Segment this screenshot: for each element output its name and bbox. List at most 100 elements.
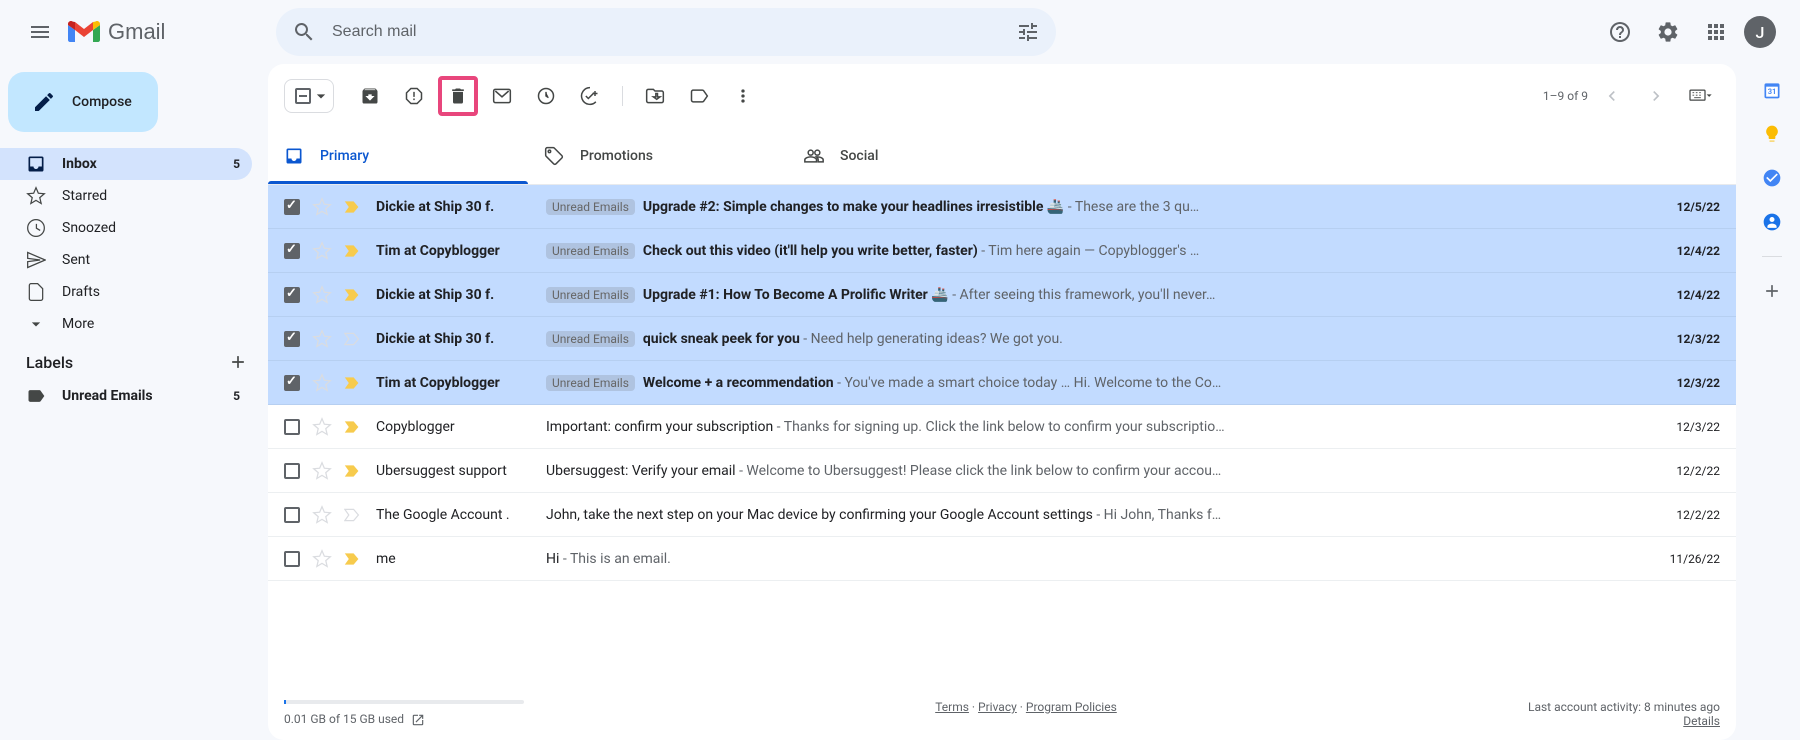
snooze-button[interactable] [526,76,566,116]
mail-icon [492,86,512,106]
row-checkbox[interactable] [284,551,300,567]
importance-marker[interactable] [344,552,364,566]
email-row[interactable]: Tim at Copyblogger Unread Emails Check o… [268,229,1736,273]
settings-button[interactable] [1648,12,1688,52]
email-date: 12/3/22 [1650,332,1720,346]
move-button[interactable] [635,76,675,116]
select-all-checkbox[interactable] [295,88,311,104]
sender: Dickie at Ship 30 f. [376,199,546,215]
email-row[interactable]: Dickie at Ship 30 f. Unread Emails Upgra… [268,185,1736,229]
nav-inbox[interactable]: Inbox 5 [0,148,252,180]
search-input[interactable] [324,23,1008,41]
importance-marker[interactable] [344,244,364,258]
select-all-control[interactable] [284,79,334,113]
sender: Ubersuggest support [376,463,546,479]
importance-marker[interactable] [344,508,364,522]
importance-marker[interactable] [344,464,364,478]
star-button[interactable] [312,373,332,393]
get-addons-button[interactable] [1762,281,1782,301]
add-label-button[interactable] [228,352,248,372]
email-date: 12/5/22 [1650,200,1720,214]
input-tools-button[interactable] [1680,76,1720,116]
email-row[interactable]: me Hi - This is an email. 11/26/22 [268,537,1736,581]
main-menu-button[interactable] [16,8,64,56]
add-task-button[interactable] [570,76,610,116]
terms-link[interactable]: Terms [935,700,969,714]
star-button[interactable] [312,241,332,261]
tab-promotions[interactable]: Promotions [528,128,788,184]
row-checkbox[interactable] [284,375,300,391]
star-button[interactable] [312,285,332,305]
details-link[interactable]: Details [1683,714,1720,728]
more-button[interactable] [723,76,763,116]
label-unread-emails[interactable]: Unread Emails 5 [0,380,252,412]
email-row[interactable]: Ubersuggest support Ubersuggest: Verify … [268,449,1736,493]
star-button[interactable] [312,417,332,437]
star-button[interactable] [312,505,332,525]
star-button[interactable] [312,549,332,569]
labels-button[interactable] [679,76,719,116]
search-container [276,8,1056,56]
email-row[interactable]: Dickie at Ship 30 f. Unread Emails Upgra… [268,273,1736,317]
delete-button[interactable] [442,80,474,112]
importance-marker[interactable] [344,376,364,390]
footer: 0.01 GB of 15 GB used Terms · Privacy · … [268,688,1736,740]
importance-marker[interactable] [344,288,364,302]
star-button[interactable] [312,329,332,349]
mark-unread-button[interactable] [482,76,522,116]
nav-sent[interactable]: Sent [0,244,252,276]
email-row[interactable]: Copyblogger Important: confirm your subs… [268,405,1736,449]
email-row[interactable]: Dickie at Ship 30 f. Unread Emails quick… [268,317,1736,361]
spam-button[interactable] [394,76,434,116]
account-avatar[interactable]: J [1744,16,1776,48]
apps-icon [1704,20,1728,44]
search-options-button[interactable] [1008,12,1048,52]
email-row[interactable]: The Google Account . John, take the next… [268,493,1736,537]
row-checkbox[interactable] [284,507,300,523]
star-button[interactable] [312,461,332,481]
nav-more[interactable]: More [0,308,252,340]
external-link-icon[interactable] [411,713,425,727]
row-checkbox[interactable] [284,287,300,303]
compose-button[interactable]: Compose [8,72,158,132]
select-dropdown-icon[interactable] [311,86,331,106]
calendar-app-icon[interactable]: 31 [1762,80,1782,100]
page-info: 1–9 of 9 [1543,89,1588,103]
row-checkbox[interactable] [284,199,300,215]
row-checkbox[interactable] [284,243,300,259]
privacy-link[interactable]: Privacy [978,700,1017,714]
importance-marker[interactable] [344,332,364,346]
star-icon [26,186,46,206]
apps-button[interactable] [1696,12,1736,52]
keep-app-icon[interactable] [1762,124,1782,144]
tab-primary[interactable]: Primary [268,128,528,184]
prev-page-button[interactable] [1592,76,1632,116]
row-checkbox[interactable] [284,463,300,479]
nav-drafts[interactable]: Drafts [0,276,252,308]
importance-marker[interactable] [344,200,364,214]
contacts-app-icon[interactable] [1762,212,1782,232]
toolbar-divider [622,86,623,106]
next-page-button[interactable] [1636,76,1676,116]
subject-line: Unread Emails quick sneak peek for you -… [546,331,1650,347]
importance-marker[interactable] [344,420,364,434]
row-checkbox[interactable] [284,419,300,435]
row-checkbox[interactable] [284,331,300,347]
gmail-logo[interactable]: Gmail [68,19,165,45]
archive-button[interactable] [350,76,390,116]
support-button[interactable] [1600,12,1640,52]
tab-social[interactable]: Social [788,128,1048,184]
tab-label: Social [840,148,878,164]
compose-label: Compose [72,94,132,110]
email-date: 12/2/22 [1650,464,1720,478]
header-left: Gmail [8,8,276,56]
pencil-icon [32,90,56,114]
star-button[interactable] [312,197,332,217]
nav-snoozed[interactable]: Snoozed [0,212,252,244]
tasks-app-icon[interactable] [1762,168,1782,188]
subject-text: Ubersuggest: Verify your email - Welcome… [546,463,1221,479]
search-button[interactable] [284,12,324,52]
email-row[interactable]: Tim at Copyblogger Unread Emails Welcome… [268,361,1736,405]
nav-starred[interactable]: Starred [0,180,252,212]
policies-link[interactable]: Program Policies [1026,700,1117,714]
